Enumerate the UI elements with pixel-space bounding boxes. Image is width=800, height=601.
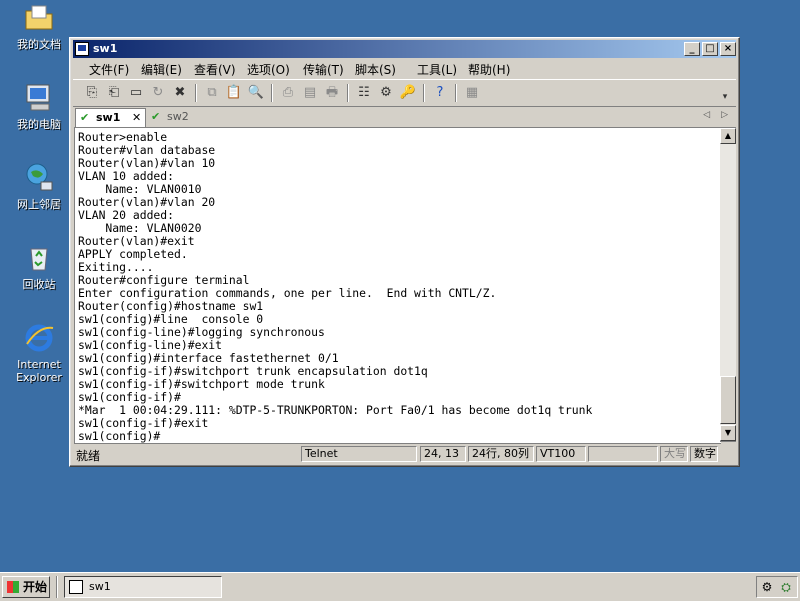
start-button[interactable]: 开始 (2, 576, 50, 598)
quick-connect-icon[interactable]: ⎗ (105, 84, 123, 102)
tab-label: sw2 (167, 110, 189, 123)
copy-icon[interactable]: ⧉ (203, 84, 221, 102)
tray-settings-icon[interactable]: ⚙ (759, 579, 775, 595)
desktop-icon-label: 我的电脑 (17, 118, 61, 131)
tab-close-icon[interactable]: ✕ (132, 109, 141, 127)
status-num: 数字 (690, 446, 718, 462)
toolbar: ⎘ ⎗ ▭ ↻ ✖ ⧉ 📋 🔍 ⎙ ▤ 🖶 ☷ ⚙ 🔑 ? ▦ ▾ (73, 79, 736, 107)
tab-scroll-left-icon[interactable]: ◁ (703, 110, 710, 120)
connected-check-icon: ✔ (151, 110, 161, 123)
session-options-icon[interactable]: ☷ (355, 84, 373, 102)
print-setup-icon[interactable]: ⎙ (279, 84, 297, 102)
app-icon (69, 580, 83, 594)
terminal-scrollbar[interactable]: ▲ ▼ (720, 127, 736, 442)
menu-edit[interactable]: 编辑(E) (141, 61, 182, 78)
global-options-icon[interactable]: ⚙ (377, 84, 395, 102)
status-ready: 就绪 (76, 449, 101, 463)
windows-flag-icon (7, 581, 19, 593)
minimize-button[interactable]: _ (684, 42, 700, 56)
close-button[interactable]: × (720, 42, 736, 56)
menu-bar: 文件(F) 编辑(E) 查看(V) 选项(O) 传输(T) 脚本(S) 工具(L… (73, 59, 736, 78)
tab-sw1[interactable]: ✔ sw1 ✕ (75, 108, 146, 127)
desktop-icon-internet-explorer[interactable]: Internet Explorer (3, 322, 75, 384)
desktop-icon-label: 网上邻居 (17, 198, 61, 211)
keymap-icon[interactable]: 🔑 (399, 84, 417, 102)
scroll-down-icon[interactable]: ▼ (720, 425, 736, 441)
print-icon[interactable]: 🖶 (323, 84, 341, 102)
status-size: 24行, 80列 (468, 446, 534, 462)
folder-documents-icon (23, 2, 55, 34)
session-tabs: ✔ sw1 ✕ ✔ sw2 ◁ ▷ (73, 106, 736, 127)
scrollbar-thumb[interactable] (720, 376, 736, 424)
desktop-icon-label: 我的文档 (17, 38, 61, 51)
internet-explorer-icon (23, 322, 55, 354)
toolbar-separator (455, 84, 457, 102)
taskbar-window-sw1[interactable]: sw1 (64, 576, 222, 598)
desktop-icon-recycle-bin[interactable]: 回收站 (3, 242, 75, 291)
status-emulation: VT100 (536, 446, 586, 462)
terminal-window: sw1 _ □ × 文件(F) 编辑(E) 查看(V) 选项(O) 传输(T) … (69, 37, 740, 467)
menu-transfer[interactable]: 传输(T) (303, 61, 344, 78)
menu-tools[interactable]: 工具(L) (417, 61, 457, 78)
tab-label: sw1 (96, 111, 121, 124)
toolbar-separator (347, 84, 349, 102)
app-icon (75, 42, 89, 56)
toolbar-separator (271, 84, 273, 102)
connect-icon[interactable]: ⎘ (83, 84, 101, 102)
status-cursor: 24, 13 (420, 446, 466, 462)
sftp-icon[interactable]: ▦ (463, 84, 481, 102)
status-protocol: Telnet (301, 446, 417, 462)
status-bar: 就绪 Telnet 24, 13 24行, 80列 VT100 大写 数字 (73, 445, 736, 463)
window-title: sw1 (93, 42, 118, 55)
maximize-button[interactable]: □ (702, 42, 718, 56)
menu-script[interactable]: 脚本(S) (355, 61, 396, 78)
desktop-icon-my-documents[interactable]: 我的文档 (3, 2, 75, 51)
print-preview-icon[interactable]: ▤ (301, 84, 319, 102)
desktop-icon-my-computer[interactable]: 我的电脑 (3, 82, 75, 131)
menu-file[interactable]: 文件(F) (89, 61, 129, 78)
desktop-icon-label: 回收站 (22, 278, 56, 291)
desktop-icon-label: Internet Explorer (16, 358, 62, 384)
desktop-icon-network-places[interactable]: 网上邻居 (3, 162, 75, 211)
status-blank (588, 446, 658, 462)
toolbar-separator (195, 84, 197, 102)
connect-tab-icon[interactable]: ▭ (127, 84, 145, 102)
terminal-output[interactable]: Router>enable Router#vlan database Route… (74, 127, 721, 444)
tab-scroll-right-icon[interactable]: ▷ (721, 110, 728, 120)
find-icon[interactable]: 🔍 (247, 84, 265, 102)
toolbar-overflow-icon[interactable]: ▾ (716, 88, 734, 106)
tray-network-icon[interactable]: ⛭ (778, 579, 794, 595)
disconnect-icon[interactable]: ✖ (171, 84, 189, 102)
toolbar-separator (423, 84, 425, 102)
paste-icon[interactable]: 📋 (225, 84, 243, 102)
my-computer-icon (23, 82, 55, 114)
menu-help[interactable]: 帮助(H) (468, 61, 510, 78)
taskbar-window-label: sw1 (89, 580, 111, 593)
tab-sw2[interactable]: ✔ sw2 (151, 108, 201, 126)
system-tray: ⚙ ⛭ (756, 576, 798, 598)
taskbar: 开始 sw1 ⚙ ⛭ (0, 572, 800, 601)
terminal-text: Router>enable Router#vlan database Route… (78, 130, 593, 443)
connected-check-icon: ✔ (80, 111, 90, 124)
menu-options[interactable]: 选项(O) (247, 61, 290, 78)
network-places-icon (23, 162, 55, 194)
status-caps: 大写 (660, 446, 688, 462)
window-titlebar[interactable]: sw1 _ □ × (73, 40, 736, 58)
help-icon[interactable]: ? (431, 84, 449, 102)
menu-view[interactable]: 查看(V) (194, 61, 236, 78)
start-label: 开始 (23, 580, 48, 594)
reconnect-icon[interactable]: ↻ (149, 84, 167, 102)
taskbar-divider (56, 576, 58, 598)
recycle-bin-icon (23, 242, 55, 274)
scroll-up-icon[interactable]: ▲ (720, 128, 736, 144)
